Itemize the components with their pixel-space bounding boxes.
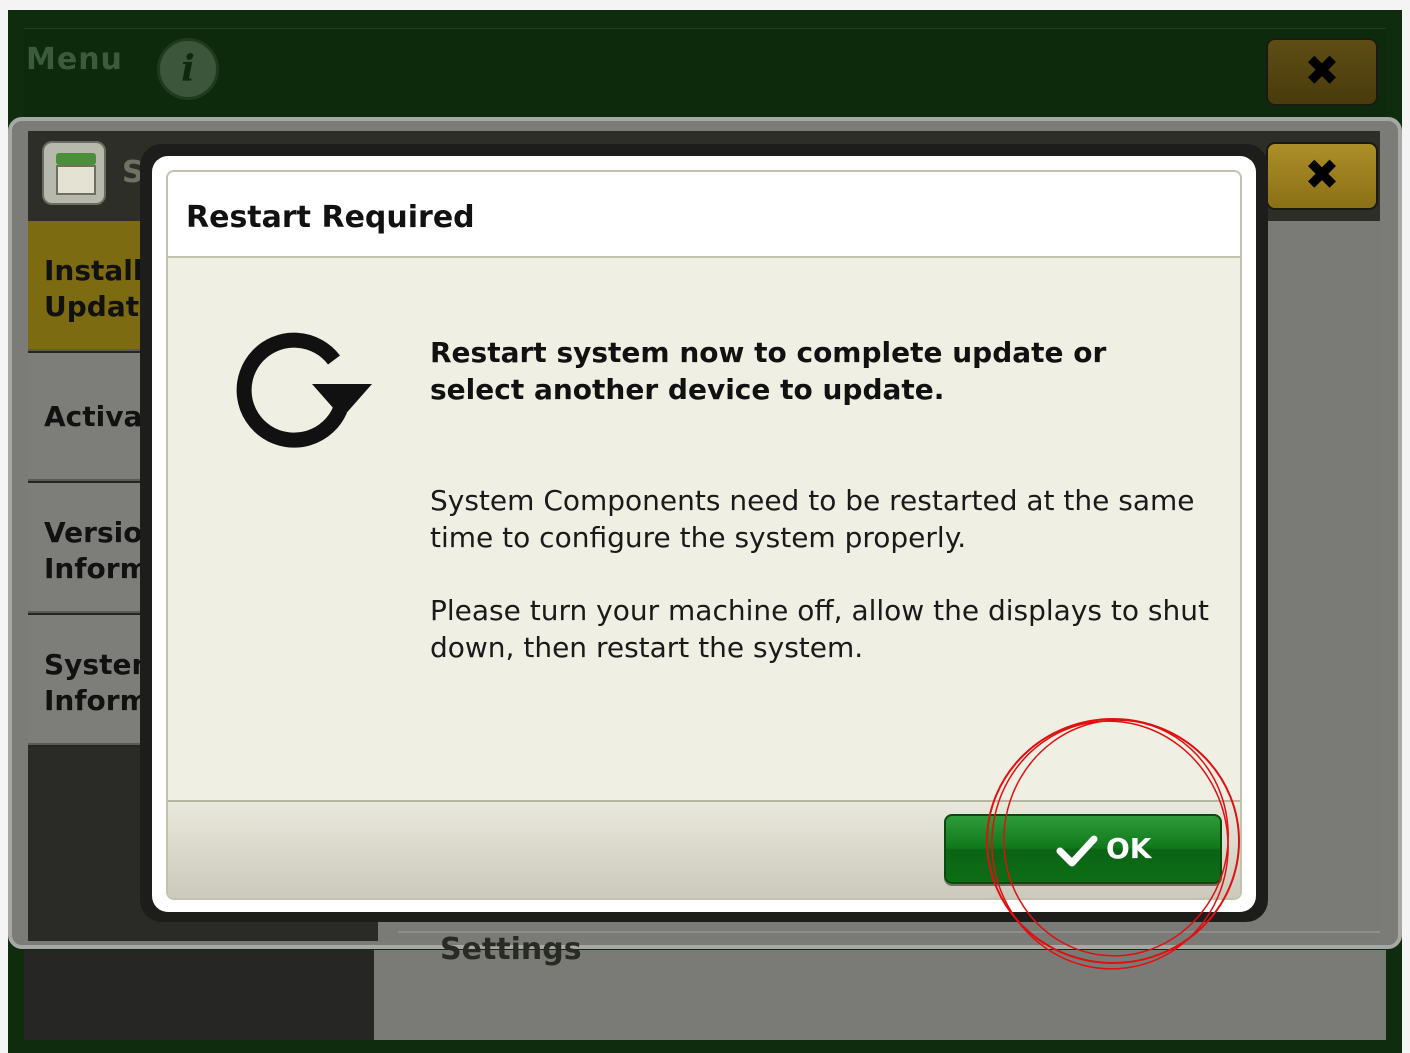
dialog-paragraph-instructions: Please turn your machine off, allow the … <box>430 594 1209 664</box>
settings-partial-label: Settings <box>440 932 582 967</box>
ok-button[interactable]: OK <box>944 814 1222 884</box>
dialog-paragraph-components: System Components need to be restarted a… <box>430 484 1195 554</box>
info-icon[interactable]: i <box>157 38 219 100</box>
menu-title: Menu <box>26 42 123 77</box>
dialog-header: Restart Required <box>168 172 1240 258</box>
dialog-footer: OK <box>168 800 1240 898</box>
bottom-left-panel <box>24 950 374 1040</box>
restart-required-dialog: Restart Required Restart system now to c… <box>152 156 1256 912</box>
software-package-icon <box>42 141 106 205</box>
dialog-body: Restart Required Restart system now to c… <box>166 170 1242 900</box>
ok-button-label: OK <box>1106 832 1152 865</box>
package-box-shape <box>56 165 96 195</box>
app-close-button[interactable]: ✖ <box>1266 142 1378 210</box>
dialog-main-message: Restart system now to complete update or… <box>430 336 1107 406</box>
menu-close-button[interactable]: ✖ <box>1266 38 1378 106</box>
checkmark-icon <box>1056 835 1098 867</box>
dialog-title: Restart Required <box>186 200 475 235</box>
menu-header <box>24 28 1386 118</box>
restart-icon <box>236 332 372 448</box>
package-lid-shape <box>56 153 96 165</box>
